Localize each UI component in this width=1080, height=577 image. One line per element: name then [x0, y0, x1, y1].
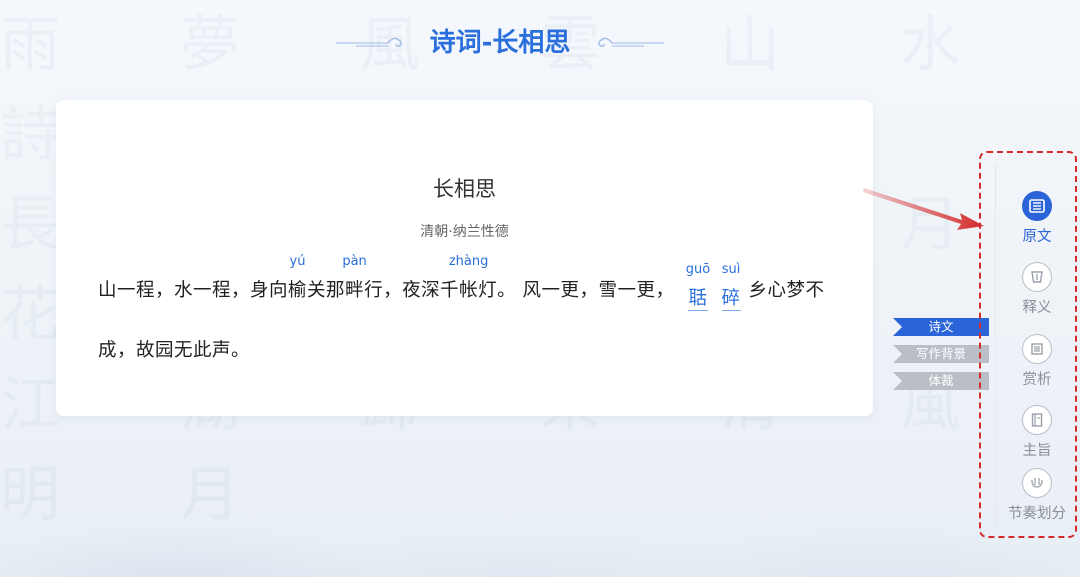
poem-text: 关那	[307, 280, 346, 301]
pinyin-word-highlighted[interactable]: suì 碎	[721, 262, 741, 311]
sidebar-item-label: 主旨	[1022, 443, 1052, 459]
scroll-icon	[1022, 334, 1052, 364]
page-header: 诗词-长相思	[0, 22, 1000, 59]
annotated-char: 畔	[345, 280, 365, 301]
sidebar-item-theme[interactable]: 主旨	[995, 405, 1079, 460]
tag-poem-text[interactable]: 诗文	[893, 318, 989, 336]
pinyin-annotation: guō	[685, 262, 711, 277]
page-title: 诗词-长相思	[429, 28, 571, 58]
annotated-char: 碎	[721, 288, 741, 309]
sidebar-item-label: 原文	[1022, 229, 1052, 245]
cup-icon	[1022, 262, 1052, 292]
poem-text: 山一程，水一程，身向	[98, 280, 289, 301]
pinyin-annotation: pàn	[342, 254, 367, 269]
pinyin-word[interactable]: pàn 畔	[342, 254, 366, 302]
sidebar-item-interpretation[interactable]: 释义	[995, 262, 1079, 317]
pinyin-annotation: suì	[721, 262, 741, 277]
pinyin-annotation: yú	[289, 254, 306, 269]
poem-text: 乡心梦不	[748, 280, 825, 301]
poem-line-1: 山一程，水一程，身向 yú 榆关那 pàn 畔行，夜深千 zhàng 帐灯。 风一更，雪一更…	[98, 254, 825, 311]
sidebar-item-label: 赏析	[1022, 372, 1052, 388]
tag-genre[interactable]: 体裁	[893, 372, 989, 390]
poem-title: 长相思	[433, 177, 496, 201]
annotated-char: 榆	[288, 280, 308, 301]
sidebar-item-rhythm[interactable]: 节奏划分	[995, 468, 1079, 523]
pinyin-word[interactable]: yú 榆	[288, 254, 308, 302]
pinyin-annotation: zhàng	[448, 254, 489, 269]
pinyin-word[interactable]: zhàng 帐	[449, 254, 489, 302]
sidebar-item-label: 节奏划分	[1008, 506, 1066, 522]
sidebar-item-label: 释义	[1022, 300, 1052, 316]
cloud-ornament-left-icon	[335, 37, 402, 47]
cloud-ornament-right-icon	[598, 37, 665, 47]
pinyin-word-highlighted[interactable]: guō 聒	[686, 262, 710, 311]
tag-writing-background[interactable]: 写作背景	[893, 345, 989, 363]
annotated-char: 聒	[688, 288, 708, 309]
poem-card: 长相思 清朝·纳兰性德 山一程，水一程，身向 yú 榆关那 pàn 畔行，夜深千 zhàn…	[56, 100, 873, 416]
annotation-arrow-icon	[863, 188, 984, 230]
sidebar-item-original-text[interactable]: 原文	[995, 191, 1079, 246]
rhythm-icon	[1022, 468, 1052, 498]
book-icon	[1022, 191, 1052, 221]
section-sidebar: 原文 释义 赏析 主旨 节奏划分	[979, 151, 1077, 538]
content-tags: 诗文 写作背景 体裁	[893, 318, 989, 399]
poem-text: 行，夜深千	[364, 280, 460, 301]
poem-author: 清朝·纳兰性德	[420, 224, 509, 240]
poem-line-2: 成，故园无此声。	[98, 340, 251, 361]
poem-text: 灯。 风一更，雪一更，	[478, 280, 675, 301]
notebook-icon	[1022, 405, 1052, 435]
sidebar-item-appreciation[interactable]: 赏析	[995, 334, 1079, 389]
annotated-char: 帐	[459, 280, 479, 301]
